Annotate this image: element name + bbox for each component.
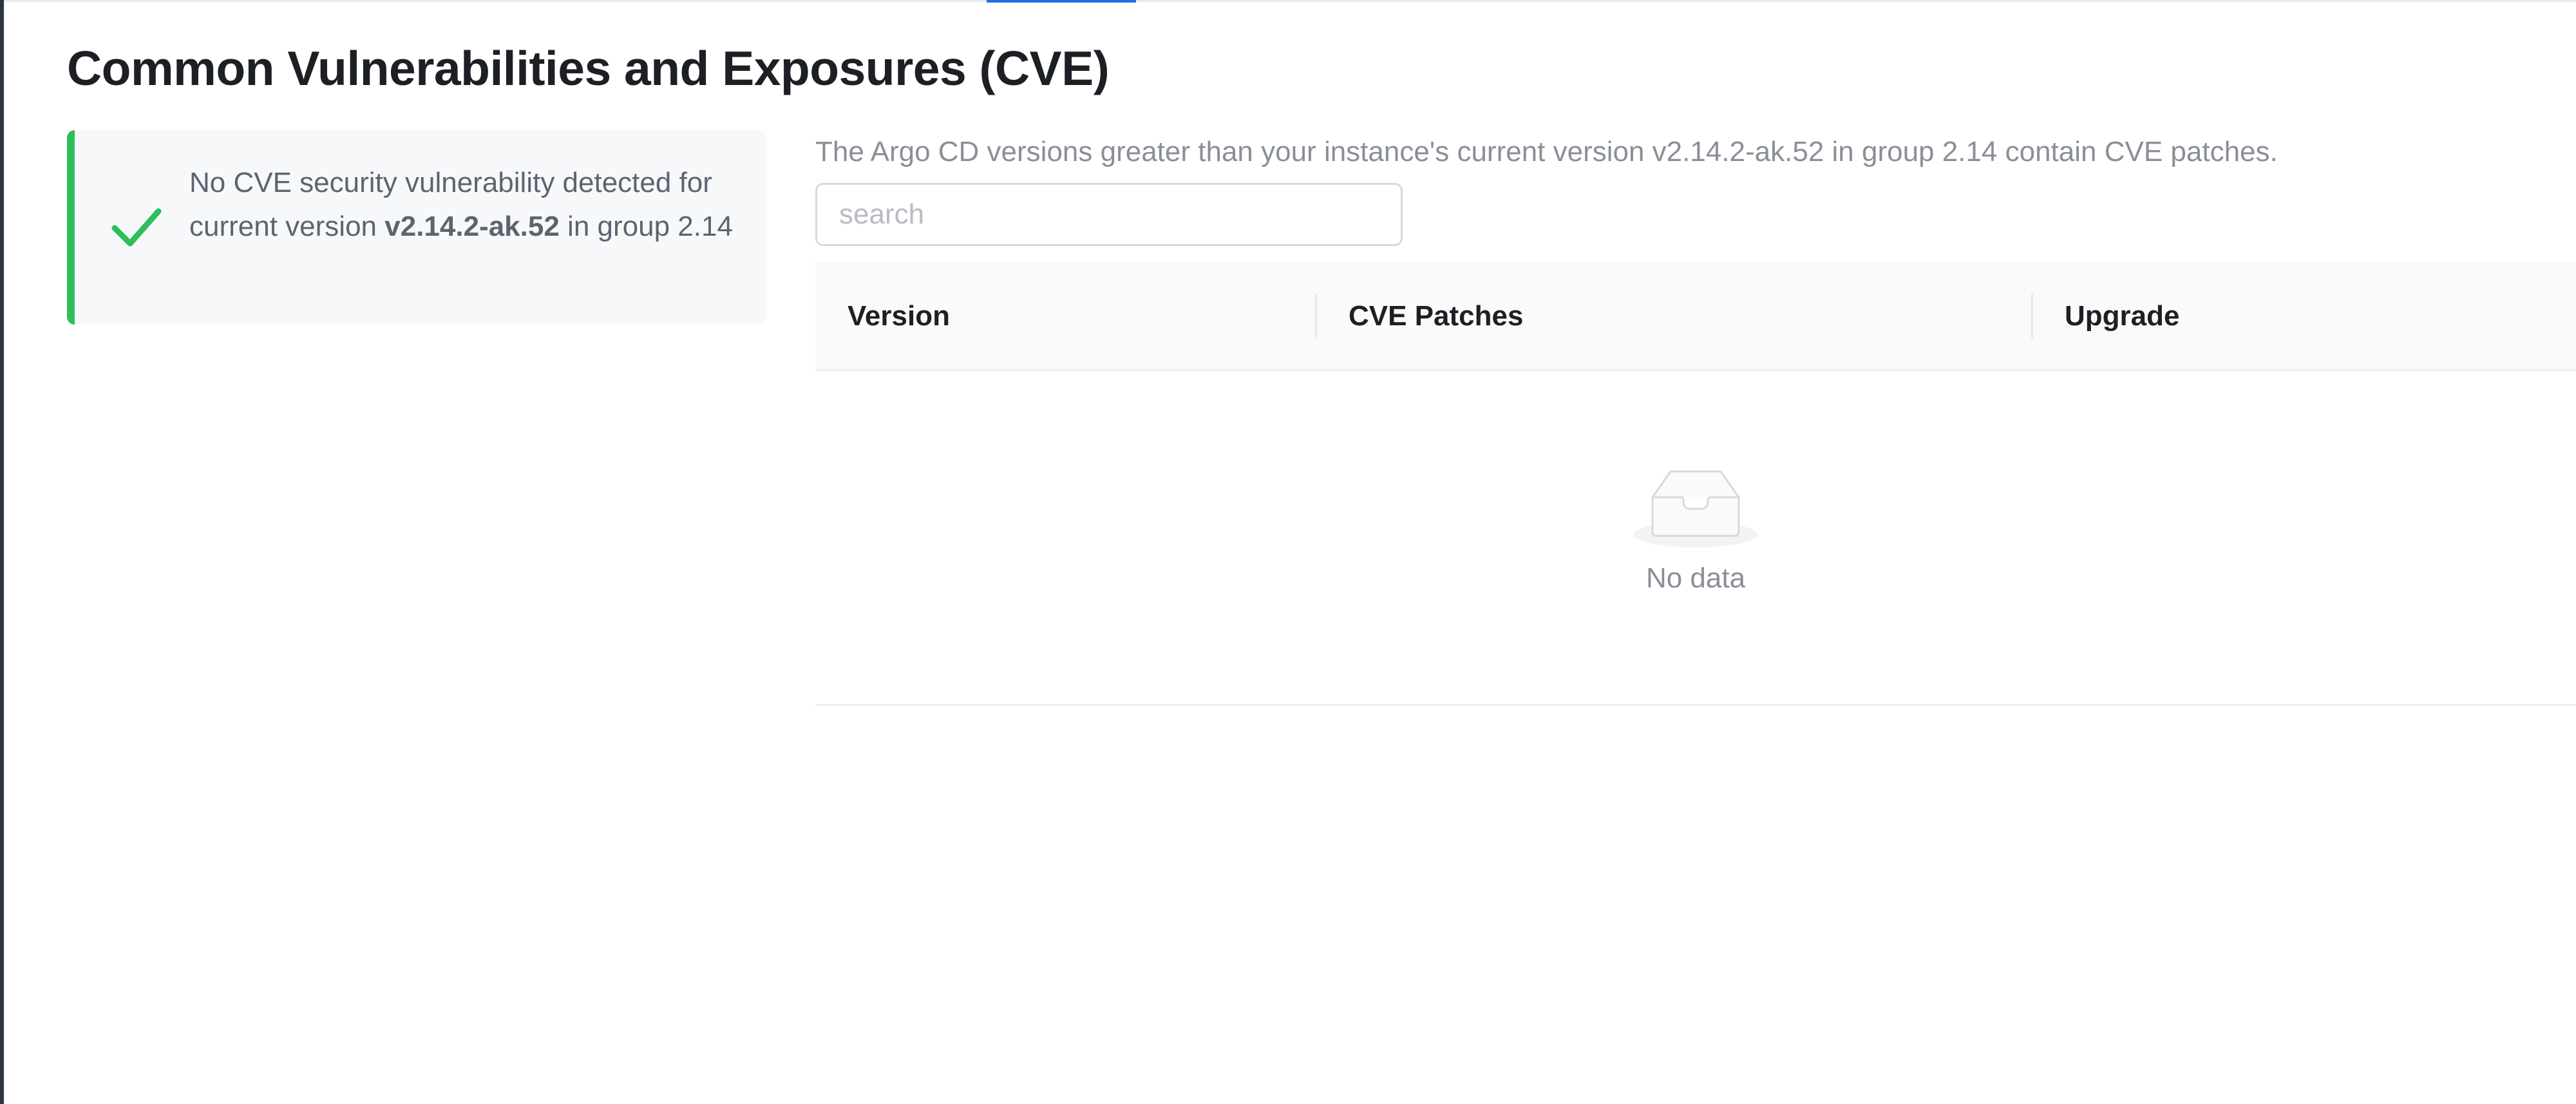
check-icon — [111, 208, 162, 247]
page-title: Common Vulnerabilities and Exposures (CV… — [67, 41, 1110, 95]
inbox-icon — [1634, 470, 1757, 547]
tab-bar-border — [4, 0, 2576, 2]
status-message-suffix: in group 2.14 — [567, 211, 733, 242]
table-empty-state: No data — [815, 371, 2576, 706]
search-input[interactable] — [815, 183, 1403, 246]
column-divider — [1315, 294, 1317, 339]
cve-table: Version CVE Patches Upgrade No data — [815, 262, 2576, 706]
cve-description: The Argo CD versions greater than your i… — [815, 136, 2278, 167]
table-header: Version CVE Patches Upgrade — [815, 262, 2576, 371]
column-header-version[interactable]: Version — [848, 262, 950, 371]
current-version: v2.14.2-ak.52 — [384, 211, 560, 242]
column-divider — [2031, 294, 2033, 339]
column-header-cve-patches[interactable]: CVE Patches — [1349, 262, 1523, 371]
empty-state-label: No data — [1645, 562, 1746, 594]
window-edge — [0, 0, 4, 1104]
cve-status-card: No CVE security vulnerability detected f… — [67, 130, 766, 325]
cve-page: Common Vulnerabilities and Exposures (CV… — [0, 0, 2576, 1104]
active-tab-indicator — [987, 0, 1136, 3]
column-header-upgrade[interactable]: Upgrade — [2065, 262, 2179, 371]
cve-status-message: No CVE security vulnerability detected f… — [189, 161, 756, 249]
